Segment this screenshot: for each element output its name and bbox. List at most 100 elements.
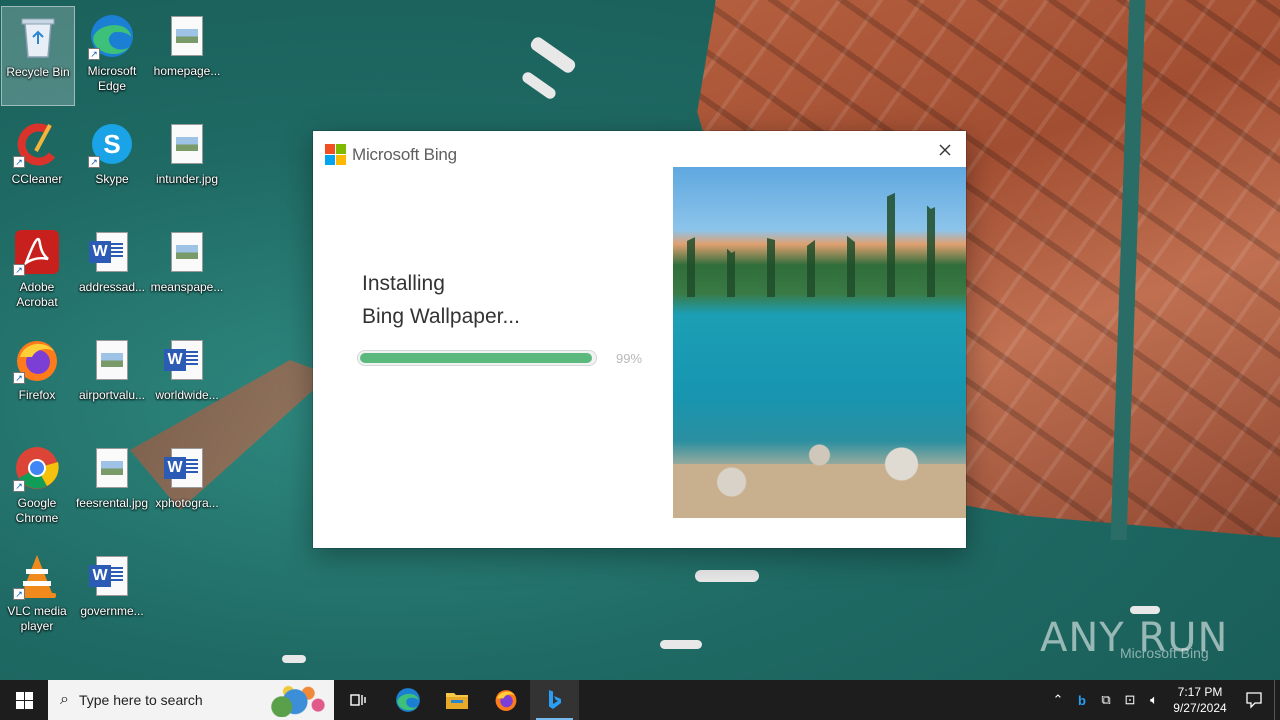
acrobat-icon: ↗ <box>13 228 61 276</box>
close-icon <box>939 144 951 156</box>
taskbar-firefox[interactable] <box>481 680 530 720</box>
desktop-icon-feesrental[interactable]: feesrental.jpg <box>75 438 149 538</box>
wallpaper-boat <box>695 570 759 582</box>
file-explorer-icon <box>445 693 468 709</box>
clock-date: 9/27/2024 <box>1173 701 1227 715</box>
desktop-icon-label: xphotogra... <box>155 496 219 510</box>
desktop-icon-firefox[interactable]: ↗ Firefox <box>0 330 74 430</box>
taskbar-file-explorer[interactable] <box>432 680 481 720</box>
install-progress-bar <box>357 350 597 366</box>
desktop-icon-microsoft-edge[interactable]: ↗ Microsoft Edge <box>75 6 149 106</box>
close-button[interactable] <box>932 139 958 161</box>
desktop-icon-label: CCleaner <box>11 172 63 186</box>
svg-text:S: S <box>103 129 120 159</box>
chevron-up-icon[interactable]: ⌃ <box>1046 692 1070 708</box>
shortcut-arrow-icon: ↗ <box>13 372 25 384</box>
notification-icon <box>1246 692 1262 709</box>
search-placeholder: Type here to search <box>78 692 203 708</box>
desktop-icon-label: Google Chrome <box>15 496 59 525</box>
microsoft-logo-icon <box>325 144 346 165</box>
desktop-icon-xphotogra[interactable]: W xphotogra... <box>150 438 224 538</box>
network-icon[interactable]: ⊡ <box>1118 692 1142 708</box>
image-file-icon <box>88 444 136 492</box>
desktop-icon-label: Microsoft Edge <box>87 64 137 93</box>
taskbar-edge[interactable] <box>383 680 432 720</box>
search-highlight-art-icon <box>262 683 328 717</box>
shortcut-arrow-icon: ↗ <box>88 48 100 60</box>
desktop-icon-label: feesrental.jpg <box>75 496 149 510</box>
clock-time: 7:17 PM <box>1177 685 1223 699</box>
photo-rocks <box>673 428 966 518</box>
desktop-icon-intunder[interactable]: intunder.jpg <box>150 114 224 214</box>
desktop-icon-skype[interactable]: S ↗ Skype <box>75 114 149 214</box>
image-file-icon <box>163 12 211 60</box>
desktop-icon-google-chrome[interactable]: ↗ Google Chrome <box>0 438 74 538</box>
shortcut-arrow-icon: ↗ <box>13 588 25 600</box>
shortcut-arrow-icon: ↗ <box>13 156 25 168</box>
taskbar-task-view[interactable] <box>334 680 383 720</box>
desktop-icon-worldwide[interactable]: W worldwide... <box>150 330 224 430</box>
desktop-icon-label: airportvalu... <box>78 388 146 402</box>
shortcut-arrow-icon: ↗ <box>13 480 25 492</box>
word-file-icon: W <box>88 228 136 276</box>
wallpaper-boat <box>660 640 702 649</box>
show-desktop-button[interactable] <box>1274 680 1280 720</box>
image-file-icon <box>88 336 136 384</box>
desktop-icon-meanspape[interactable]: meanspape... <box>150 222 224 322</box>
desktop-icon-ccleaner[interactable]: ↗ CCleaner <box>0 114 74 214</box>
photo-trees <box>673 187 966 297</box>
wallpaper-boat <box>1130 606 1160 614</box>
desktop-icon-label: meanspape... <box>150 280 224 294</box>
desktop-icon-governme[interactable]: W governme... <box>75 546 149 646</box>
vlc-icon: ↗ <box>13 552 61 600</box>
taskbar-bing-installer[interactable] <box>530 680 579 720</box>
desktop-icon-recycle-bin[interactable]: Recycle Bin <box>1 6 75 106</box>
wallpaper-boat <box>282 655 306 663</box>
image-file-icon <box>163 228 211 276</box>
desktop-icon-adobe-acrobat[interactable]: ↗ Adobe Acrobat <box>0 222 74 322</box>
task-view-icon <box>349 694 366 706</box>
windows-logo-icon <box>15 691 33 709</box>
word-file-icon: W <box>163 336 211 384</box>
word-file-icon: W <box>163 444 211 492</box>
desktop-icon-label: Firefox <box>18 388 56 402</box>
taskbar-clock[interactable]: 7:17 PM 9/27/2024 <box>1166 684 1234 716</box>
install-progress-fill <box>360 353 592 363</box>
ccleaner-icon: ↗ <box>13 120 61 168</box>
desktop-icon-label: Skype <box>95 172 129 186</box>
desktop-icon-label: worldwide... <box>155 388 219 402</box>
taskbar-search-box[interactable]: ⌕ Type here to search <box>48 680 334 720</box>
start-button[interactable] <box>0 680 48 720</box>
desktop-icon-label: homepage... <box>153 64 221 78</box>
notification-center-button[interactable] <box>1234 680 1274 720</box>
watermark-subtext: Microsoft Bing <box>1120 645 1209 661</box>
desktop-icon-addressad[interactable]: W addressad... <box>75 222 149 322</box>
edge-icon: ↗ <box>88 12 136 60</box>
install-progress-percent: 99% <box>616 351 643 366</box>
image-file-icon <box>163 120 211 168</box>
desktop-icon-vlc[interactable]: ↗ VLC media player <box>0 546 74 646</box>
desktop-icon-label: intunder.jpg <box>155 172 219 186</box>
microsoft-bing-logo: Microsoft Bing <box>325 144 457 165</box>
bing-tray-icon[interactable]: b <box>1070 693 1094 708</box>
skype-icon: S ↗ <box>88 120 136 168</box>
volume-icon[interactable]: 🔈︎ <box>1142 692 1166 708</box>
install-status-title: Installing Bing Wallpaper... <box>362 267 520 333</box>
search-icon: ⌕ <box>60 691 69 708</box>
system-tray: ⌃ b ⧉ ⊡ 🔈︎ 7:17 PM 9/27/2024 <box>1046 680 1280 720</box>
desktop-icon-airportvalu[interactable]: airportvalu... <box>75 330 149 430</box>
desktop-icon-label: addressad... <box>78 280 146 294</box>
recycle-bin-icon <box>14 13 62 61</box>
meet-now-icon[interactable]: ⧉ <box>1094 692 1118 708</box>
install-status-line1: Installing <box>362 272 445 295</box>
desktop-icon-label: VLC media player <box>7 604 67 633</box>
chrome-icon: ↗ <box>13 444 61 492</box>
desktop-icon-label: Adobe Acrobat <box>16 280 58 309</box>
desktop-icon-label: Recycle Bin <box>6 65 70 79</box>
lake-tahoe-photo <box>673 167 966 518</box>
shortcut-arrow-icon: ↗ <box>13 264 25 276</box>
word-file-icon: W <box>88 552 136 600</box>
shortcut-arrow-icon: ↗ <box>88 156 100 168</box>
desktop-icon-homepage[interactable]: homepage... <box>150 6 224 106</box>
firefox-icon: ↗ <box>13 336 61 384</box>
